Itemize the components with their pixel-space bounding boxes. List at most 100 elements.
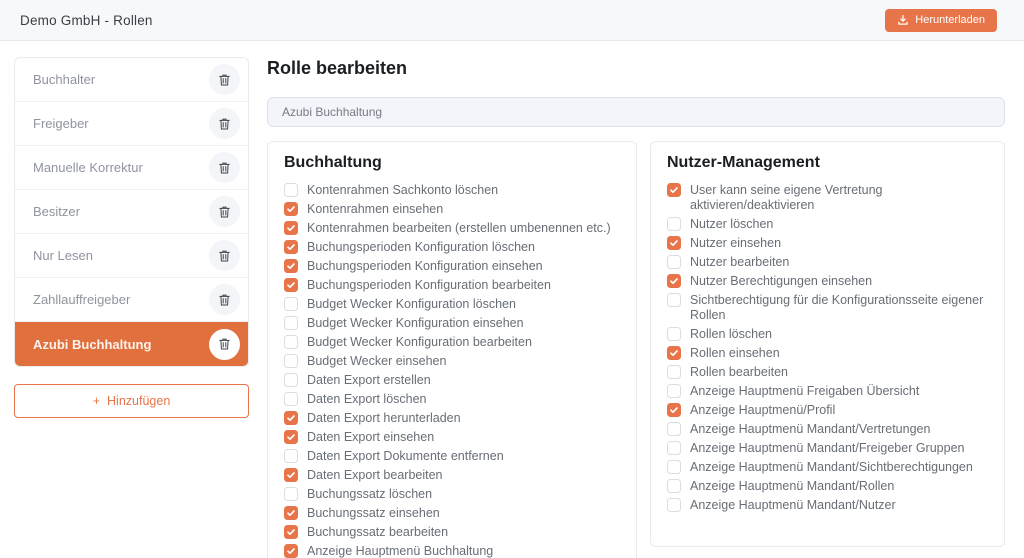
checkbox[interactable] bbox=[284, 468, 298, 482]
checkbox[interactable] bbox=[667, 365, 681, 379]
permission-row[interactable]: Buchungsperioden Konfiguration löschen bbox=[284, 238, 620, 257]
permission-row[interactable]: Nutzer löschen bbox=[667, 215, 988, 234]
permission-row[interactable]: Buchungsperioden Konfiguration bearbeite… bbox=[284, 276, 620, 295]
checkbox[interactable] bbox=[667, 327, 681, 341]
permission-row[interactable]: Daten Export erstellen bbox=[284, 371, 620, 390]
checkbox[interactable] bbox=[667, 183, 681, 197]
checkbox[interactable] bbox=[284, 183, 298, 197]
checkbox[interactable] bbox=[667, 479, 681, 493]
permission-row[interactable]: Buchungssatz einsehen bbox=[284, 504, 620, 523]
checkbox[interactable] bbox=[284, 373, 298, 387]
permission-row[interactable]: Daten Export Dokumente entfernen bbox=[284, 447, 620, 466]
checkbox[interactable] bbox=[667, 422, 681, 436]
trash-icon bbox=[218, 337, 231, 351]
permission-row[interactable]: Rollen löschen bbox=[667, 325, 988, 344]
role-label: Buchhalter bbox=[33, 72, 209, 87]
checkbox[interactable] bbox=[667, 274, 681, 288]
delete-role-button[interactable] bbox=[209, 329, 240, 360]
permission-row[interactable]: Daten Export herunterladen bbox=[284, 409, 620, 428]
checkbox[interactable] bbox=[667, 293, 681, 307]
permission-label: Kontenrahmen bearbeiten (erstellen umben… bbox=[307, 221, 611, 237]
checkbox[interactable] bbox=[667, 236, 681, 250]
permission-row[interactable]: Daten Export bearbeiten bbox=[284, 466, 620, 485]
checkbox[interactable] bbox=[284, 506, 298, 520]
delete-role-button[interactable] bbox=[209, 284, 240, 315]
checkmark-icon bbox=[286, 527, 296, 537]
checkbox[interactable] bbox=[284, 316, 298, 330]
checkbox[interactable] bbox=[284, 297, 298, 311]
checkbox[interactable] bbox=[284, 525, 298, 539]
permission-row[interactable]: Kontenrahmen Sachkonto löschen bbox=[284, 181, 620, 200]
permission-row[interactable]: Kontenrahmen bearbeiten (erstellen umben… bbox=[284, 219, 620, 238]
permission-row[interactable]: Kontenrahmen einsehen bbox=[284, 200, 620, 219]
permission-row[interactable]: Nutzer einsehen bbox=[667, 234, 988, 253]
permission-list: User kann seine eigene Vertretung aktivi… bbox=[667, 181, 988, 515]
checkbox[interactable] bbox=[284, 487, 298, 501]
checkbox[interactable] bbox=[284, 335, 298, 349]
checkbox[interactable] bbox=[284, 411, 298, 425]
permission-row[interactable]: Budget Wecker Konfiguration einsehen bbox=[284, 314, 620, 333]
role-name-input[interactable] bbox=[267, 97, 1005, 127]
permission-row[interactable]: Sichtberechtigung für die Konfigurations… bbox=[667, 291, 988, 325]
permission-row[interactable]: Anzeige Hauptmenü Freigaben Übersicht bbox=[667, 382, 988, 401]
delete-role-button[interactable] bbox=[209, 240, 240, 271]
sidebar-role-item[interactable]: Nur Lesen bbox=[15, 234, 248, 278]
permission-row[interactable]: Nutzer Berechtigungen einsehen bbox=[667, 272, 988, 291]
delete-role-button[interactable] bbox=[209, 152, 240, 183]
delete-role-button[interactable] bbox=[209, 196, 240, 227]
delete-role-button[interactable] bbox=[209, 64, 240, 95]
add-role-button[interactable]: + Hinzufügen bbox=[14, 384, 249, 418]
permission-row[interactable]: Budget Wecker Konfiguration bearbeiten bbox=[284, 333, 620, 352]
permission-row[interactable]: Anzeige Hauptmenü Mandant/Sichtberechtig… bbox=[667, 458, 988, 477]
sidebar-role-item[interactable]: Buchhalter bbox=[15, 58, 248, 102]
checkbox[interactable] bbox=[667, 441, 681, 455]
checkbox[interactable] bbox=[667, 460, 681, 474]
checkbox[interactable] bbox=[284, 544, 298, 558]
sidebar-role-item[interactable]: Manuelle Korrektur bbox=[15, 146, 248, 190]
permission-row[interactable]: Rollen einsehen bbox=[667, 344, 988, 363]
permission-row[interactable]: User kann seine eigene Vertretung aktivi… bbox=[667, 181, 988, 215]
checkbox[interactable] bbox=[284, 259, 298, 273]
permission-row[interactable]: Anzeige Hauptmenü Mandant/Freigeber Grup… bbox=[667, 439, 988, 458]
permission-row[interactable]: Anzeige Hauptmenü Buchhaltung bbox=[284, 542, 620, 558]
sidebar-role-item[interactable]: Freigeber bbox=[15, 102, 248, 146]
checkbox[interactable] bbox=[667, 384, 681, 398]
permission-row[interactable]: Anzeige Hauptmenü Mandant/Rollen bbox=[667, 477, 988, 496]
permission-row[interactable]: Budget Wecker Konfiguration löschen bbox=[284, 295, 620, 314]
permission-row[interactable]: Anzeige Hauptmenü/Profil bbox=[667, 401, 988, 420]
permission-row[interactable]: Anzeige Hauptmenü Mandant/Vertretungen bbox=[667, 420, 988, 439]
permission-label: Budget Wecker einsehen bbox=[307, 354, 446, 370]
permission-row[interactable]: Buchungssatz löschen bbox=[284, 485, 620, 504]
sidebar-role-item[interactable]: Besitzer bbox=[15, 190, 248, 234]
checkbox[interactable] bbox=[284, 392, 298, 406]
permission-row[interactable]: Daten Export löschen bbox=[284, 390, 620, 409]
checkmark-icon bbox=[669, 185, 679, 195]
permission-label: Rollen bearbeiten bbox=[690, 365, 788, 381]
checkbox[interactable] bbox=[284, 240, 298, 254]
permission-row[interactable]: Anzeige Hauptmenü Mandant/Nutzer bbox=[667, 496, 988, 515]
sidebar-role-item[interactable]: Zahllauffreigeber bbox=[15, 278, 248, 322]
checkbox[interactable] bbox=[667, 498, 681, 512]
checkbox[interactable] bbox=[284, 430, 298, 444]
permission-row[interactable]: Nutzer bearbeiten bbox=[667, 253, 988, 272]
checkbox[interactable] bbox=[667, 255, 681, 269]
permission-row[interactable]: Buchungsperioden Konfiguration einsehen bbox=[284, 257, 620, 276]
permission-row[interactable]: Daten Export einsehen bbox=[284, 428, 620, 447]
checkbox[interactable] bbox=[284, 278, 298, 292]
permission-row[interactable]: Rollen bearbeiten bbox=[667, 363, 988, 382]
checkbox[interactable] bbox=[667, 346, 681, 360]
permission-label: Nutzer Berechtigungen einsehen bbox=[690, 274, 872, 290]
trash-icon bbox=[218, 293, 231, 307]
checkbox[interactable] bbox=[284, 202, 298, 216]
checkbox[interactable] bbox=[667, 217, 681, 231]
checkbox[interactable] bbox=[284, 449, 298, 463]
delete-role-button[interactable] bbox=[209, 108, 240, 139]
checkbox[interactable] bbox=[284, 221, 298, 235]
permission-row[interactable]: Budget Wecker einsehen bbox=[284, 352, 620, 371]
checkbox[interactable] bbox=[284, 354, 298, 368]
download-button[interactable]: Herunterladen bbox=[885, 9, 997, 32]
checkbox[interactable] bbox=[667, 403, 681, 417]
permission-label: Nutzer löschen bbox=[690, 217, 773, 233]
sidebar-role-item[interactable]: Azubi Buchhaltung bbox=[15, 322, 248, 366]
permission-row[interactable]: Buchungssatz bearbeiten bbox=[284, 523, 620, 542]
